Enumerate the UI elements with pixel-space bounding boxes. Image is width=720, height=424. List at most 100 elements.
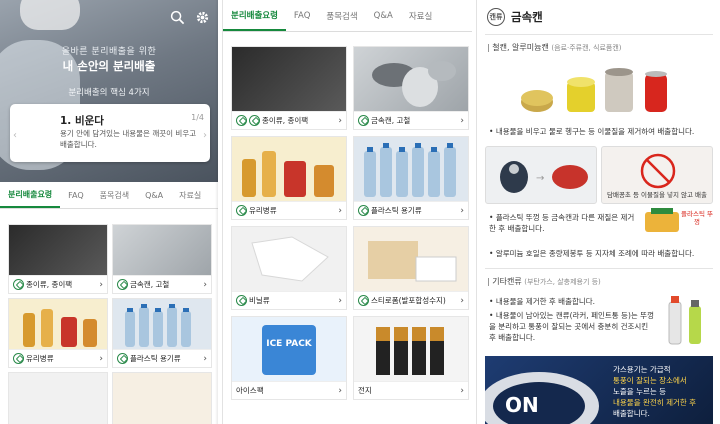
tile-styrofoam[interactable]: 스티로폼(발포합성수지) ›: [353, 226, 469, 310]
chevron-left-icon[interactable]: ‹: [13, 130, 17, 141]
tile-vinyl[interactable]: [8, 372, 108, 424]
tile-paper[interactable]: 종이류, 종이팩 ›: [8, 224, 108, 294]
tile-label: 유리병류: [249, 206, 277, 215]
gas-can-photo: ON: [485, 372, 599, 424]
svg-text:ON: ON: [505, 393, 539, 417]
hero-subtitle: 올바른 분리배출을 위한: [61, 47, 157, 57]
tile-label: 플라스틱 용기류: [371, 206, 422, 215]
title-text: 금속캔: [511, 10, 543, 24]
tile-label: 전지: [358, 386, 372, 395]
tab-guide[interactable]: 분리배출요령: [223, 0, 286, 31]
tab-faq[interactable]: FAQ: [286, 0, 318, 31]
recycle-icon: [13, 353, 24, 364]
section-heading: | 철캔, 알루미늄캔 (음료·주류캔, 식료품캔): [487, 43, 622, 52]
cans-illustration: [517, 62, 697, 118]
hero-caption: 분리배출의 핵심 4가지: [68, 88, 150, 98]
tab-qna[interactable]: Q&A: [366, 0, 401, 31]
recycle-icon: [236, 115, 247, 126]
tile-label: 플라스틱 용기류: [130, 354, 181, 363]
plastic-bottles-image: [354, 137, 468, 201]
tile-label: 금속캔, 고철: [371, 116, 411, 125]
tile-paper[interactable]: 종이류, 종이팩 ›: [231, 46, 347, 130]
tip-pager: 1/4: [191, 113, 204, 122]
tab-qna[interactable]: Q&A: [137, 183, 171, 208]
tile-battery[interactable]: 전지 ›: [353, 316, 469, 400]
chevron-right-icon: ›: [460, 295, 464, 306]
search-icon[interactable]: [170, 10, 185, 28]
tile-label: 비닐류: [249, 296, 270, 305]
cans-image: [113, 225, 211, 277]
tab-guide[interactable]: 분리배출요령: [0, 183, 61, 208]
gas-can-notice: ON 가스용기는 가급적 통풍이 잘되는 장소에서 노즐을 누르는 등 내용물을…: [485, 356, 713, 424]
tab-bar: 분리배출요령 FAQ 품목검색 Q&A 자료실: [0, 183, 218, 209]
chevron-right-icon: ›: [460, 115, 464, 126]
icepack-text: ICE PACK: [262, 325, 316, 375]
recycle-icon: [358, 115, 369, 126]
photo-caption: 담배꽁초 등 이물질을 넣지 않고 배출: [606, 191, 708, 199]
gear-icon[interactable]: [195, 10, 210, 28]
tile-plastic[interactable]: 플라스틱 용기류 ›: [353, 136, 469, 220]
tile-styrofoam[interactable]: [112, 372, 212, 424]
recycle-icon: [249, 115, 260, 126]
chevron-right-icon: ›: [460, 205, 464, 216]
tile-label: 금속캔, 고철: [130, 280, 170, 289]
styrofoam-image: [354, 227, 468, 291]
scrollbar[interactable]: [215, 0, 218, 424]
tab-bar: 분리배출요령 FAQ 품목검색 Q&A 자료실: [223, 0, 472, 32]
screen-guide: 분리배출요령 FAQ 품목검색 Q&A 자료실 종이류, 종이팩 › 금속캔, 고…: [222, 0, 472, 424]
tile-label: 아이스팩: [236, 386, 264, 395]
chevron-right-icon: ›: [338, 295, 342, 306]
chevron-right-icon[interactable]: ›: [203, 130, 207, 141]
hero-banner: 올바른 분리배출을 위한 내 손안의 분리배출 분리배출의 핵심 4가지 ‹ 1…: [0, 0, 218, 182]
plastic-cap-illustration: 플라스틱 뚜껑: [641, 206, 715, 242]
chevron-right-icon: ›: [203, 279, 207, 290]
tile-label: 스티로폼(발포합성수지): [371, 296, 446, 305]
bullet-remove-cap: • 플라스틱 뚜껑 등 금속캔과 다른 재질은 제거한 후 배출합니다.: [489, 213, 635, 233]
glass-bottles-image: [9, 299, 107, 351]
tab-library[interactable]: 자료실: [401, 0, 440, 31]
tile-plastic[interactable]: 플라스틱 용기류 ›: [112, 298, 212, 368]
chevron-right-icon: ›: [338, 115, 342, 126]
recycle-icon: [358, 205, 369, 216]
tab-library[interactable]: 자료실: [171, 183, 209, 208]
recycle-icon: [236, 295, 247, 306]
icepack-image: ICE PACK: [232, 317, 346, 381]
bullet-empty: • 내용물을 제거한 후 배출합니다.: [489, 297, 596, 306]
bullet-foil: • 알루미늄 호일은 종량제봉투 등 지자체 조례에 따라 배출합니다.: [489, 249, 695, 258]
hero-title: 내 손안의 분리배출: [62, 59, 156, 73]
chevron-right-icon: ›: [99, 353, 103, 364]
vinyl-image: [9, 373, 107, 424]
spray-can-illustration: [663, 288, 713, 348]
tile-vinyl[interactable]: 비닐류 ›: [231, 226, 347, 310]
can-open-photo: →: [485, 146, 597, 204]
vinyl-image: [232, 227, 346, 291]
paper-image: [9, 225, 107, 277]
tile-glass[interactable]: 유리병류 ›: [8, 298, 108, 368]
styrofoam-image: [113, 373, 211, 424]
svg-text:→: →: [536, 173, 544, 184]
tile-label: 종이류, 종이팩: [26, 280, 73, 289]
tile-icepack[interactable]: ICE PACK 아이스팩 ›: [231, 316, 347, 400]
page-title: 캔류 금속캔: [487, 8, 543, 26]
recycle-icon: [117, 353, 128, 364]
section-heading: | 기타캔류 (부탄가스, 살충제용기 등): [487, 277, 601, 286]
divider: [485, 34, 713, 35]
cap-label: 플라스틱 뚜껑: [681, 210, 713, 226]
recycle-icon: 캔류: [487, 8, 505, 26]
tip-card[interactable]: ‹ 1. 비운다 1/4 용기 안에 담겨있는 내용물은 깨끗이 비우고 배출합…: [10, 104, 210, 162]
tab-search[interactable]: 품목검색: [92, 183, 137, 208]
bullet-residual: • 내용물이 남아있는 캔류(라커, 페인트통 등)는 뚜껑을 분리하고 통풍이…: [489, 311, 654, 342]
chevron-right-icon: ›: [338, 205, 342, 216]
tip-title: 1. 비운다: [60, 115, 104, 127]
screen-home: 올바른 분리배출을 위한 내 손안의 분리배출 분리배출의 핵심 4가지 ‹ 1…: [0, 0, 218, 424]
tile-metal[interactable]: 금속캔, 고철 ›: [112, 224, 212, 294]
tab-faq[interactable]: FAQ: [60, 183, 92, 208]
tip-desc: 용기 안에 담겨있는 내용물은 깨끗이 비우고 배출합니다.: [60, 129, 197, 149]
tile-glass[interactable]: 유리병류 ›: [231, 136, 347, 220]
paper-image: [232, 47, 346, 111]
chevron-right-icon: ›: [338, 385, 342, 396]
plastic-bottles-image: [113, 299, 211, 351]
recycle-icon: [358, 295, 369, 306]
tab-search[interactable]: 품목검색: [318, 0, 365, 31]
tile-metal[interactable]: 금속캔, 고철 ›: [353, 46, 469, 130]
